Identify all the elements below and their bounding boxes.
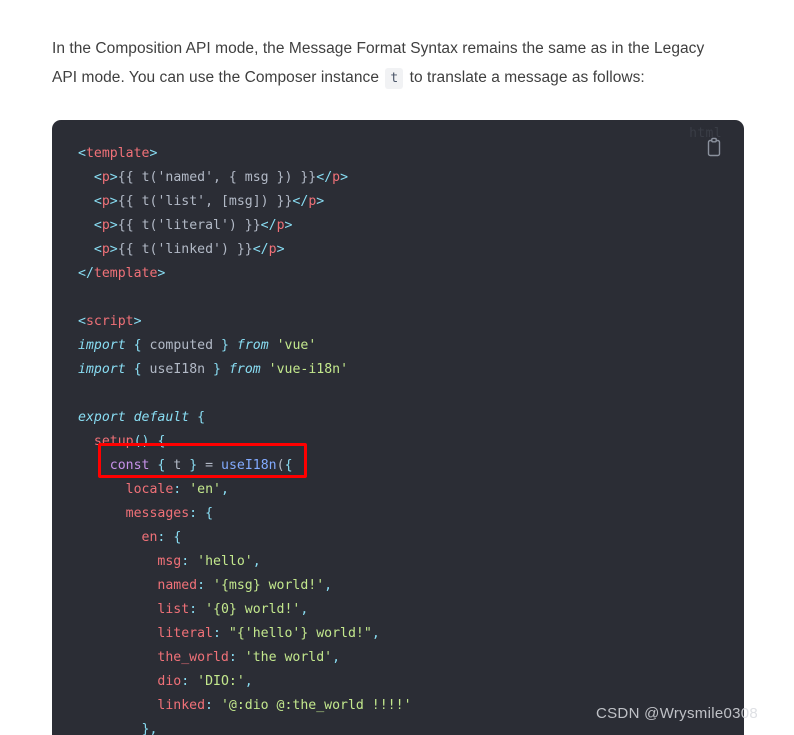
paragraph-text-after-code: to translate a message as follows: [405, 68, 645, 86]
watermark: CSDN @Wrysmile0308 [596, 705, 759, 722]
code-scroll-area[interactable]: <template> <p>{{ t('named', { msg }) }}<… [52, 120, 744, 735]
document-page: In the Composition API mode, the Message… [0, 0, 794, 735]
code-block: html <template> <p>{{ t('named', { msg }… [52, 120, 744, 735]
code-content: <template> <p>{{ t('named', { msg }) }}<… [78, 146, 412, 735]
inline-code-t: t [385, 67, 404, 89]
intro-paragraph: In the Composition API mode, the Message… [52, 34, 716, 92]
